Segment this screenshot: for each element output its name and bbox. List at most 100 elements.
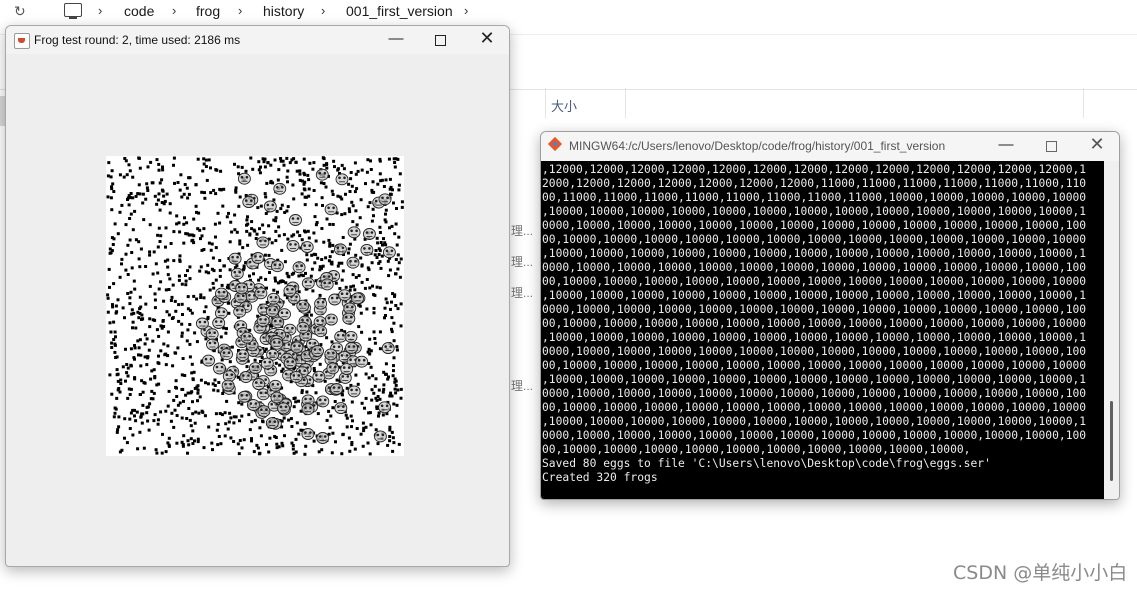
scrollbar-thumb[interactable] — [1110, 401, 1113, 481]
refresh-icon[interactable]: ↻ — [14, 3, 26, 20]
food-dot — [395, 403, 399, 407]
food-dot — [353, 288, 357, 292]
food-dot — [393, 165, 397, 169]
food-dot — [114, 304, 118, 308]
food-dot — [153, 413, 157, 417]
food-dot — [304, 444, 308, 448]
food-dot — [228, 411, 232, 415]
food-dot — [237, 204, 241, 208]
food-dot — [191, 429, 195, 433]
food-dot — [294, 450, 298, 454]
terminal-output[interactable]: ,12000,12000,12000,12000,12000,12000,120… — [541, 161, 1104, 499]
file-row-text[interactable]: 理... — [511, 377, 533, 394]
food-dot — [188, 265, 192, 269]
food-dot — [172, 259, 176, 263]
food-dot — [106, 174, 110, 178]
food-dot — [341, 432, 345, 436]
food-dot — [354, 172, 358, 176]
food-dot — [399, 324, 403, 328]
food-dot — [146, 355, 150, 359]
food-dot — [137, 257, 141, 261]
food-dot — [361, 421, 365, 425]
file-row-text[interactable]: 理... — [511, 253, 533, 270]
food-dot — [186, 269, 189, 273]
food-dot — [314, 239, 318, 243]
file-row-text[interactable]: 理... — [511, 222, 533, 239]
chevron-right-icon[interactable]: › — [321, 3, 325, 18]
food-dot — [397, 188, 401, 192]
food-dot — [188, 176, 192, 180]
food-dot — [122, 175, 126, 179]
frog-sprite — [314, 325, 328, 338]
food-dot — [203, 196, 207, 200]
food-dot — [190, 390, 194, 394]
food-dot — [172, 425, 176, 429]
breadcrumb-history[interactable]: history — [263, 3, 304, 19]
food-dot — [133, 287, 137, 291]
food-dot — [257, 278, 261, 282]
food-dot — [354, 275, 358, 279]
food-dot — [395, 243, 399, 247]
chevron-right-icon[interactable]: › — [464, 3, 468, 18]
food-dot — [298, 178, 302, 182]
frog-sprite — [246, 399, 260, 411]
file-row-text[interactable]: 理... — [511, 284, 533, 301]
food-dot — [390, 330, 394, 334]
food-dot — [180, 334, 184, 338]
food-dot — [397, 261, 401, 265]
terminal-titlebar[interactable]: MINGW64:/c/Users/lenovo/Desktop/code/fro… — [541, 132, 1119, 161]
frog-sprite — [334, 402, 348, 415]
food-dot — [156, 245, 160, 249]
food-dot — [159, 410, 163, 414]
breadcrumb-frog[interactable]: frog — [196, 3, 220, 19]
terminal-scrollbar[interactable] — [1104, 161, 1119, 499]
food-dot — [276, 178, 280, 182]
food-dot — [378, 286, 382, 290]
food-dot — [152, 419, 156, 423]
food-dot — [172, 398, 176, 402]
close-button[interactable]: ✕ — [474, 28, 500, 49]
food-dot — [213, 384, 217, 387]
chevron-right-icon[interactable]: › — [98, 3, 102, 18]
breadcrumb-001-first-version[interactable]: 001_first_version — [346, 3, 453, 19]
food-dot — [370, 219, 374, 223]
close-button[interactable]: ✕ — [1084, 134, 1110, 155]
frog-sprite — [270, 260, 284, 273]
minimize-button[interactable]: — — [993, 136, 1019, 153]
maximize-button[interactable] — [1046, 141, 1057, 152]
food-dot — [148, 250, 152, 254]
food-dot — [219, 442, 223, 446]
food-dot — [126, 374, 130, 378]
food-dot — [275, 209, 279, 213]
food-dot — [134, 326, 138, 330]
food-dot — [173, 181, 176, 185]
food-dot — [129, 290, 133, 294]
frog-sprite — [289, 214, 302, 226]
food-dot — [348, 449, 352, 453]
food-dot — [263, 192, 267, 196]
breadcrumb-code[interactable]: code — [124, 3, 154, 19]
food-dot — [207, 241, 211, 245]
food-dot — [292, 405, 296, 409]
minimize-button[interactable]: — — [383, 30, 409, 47]
column-header-size[interactable]: 大小 — [551, 96, 577, 115]
food-dot — [256, 206, 260, 210]
food-dot — [237, 401, 241, 405]
food-dot — [182, 434, 186, 438]
food-dot — [376, 442, 380, 446]
food-dot — [388, 226, 391, 230]
food-dot — [192, 234, 196, 238]
food-dot — [113, 222, 117, 226]
frog-titlebar[interactable]: Frog test round: 2, time used: 2186 ms —… — [6, 26, 509, 54]
food-dot — [282, 416, 286, 420]
chevron-right-icon[interactable]: › — [238, 3, 242, 18]
food-dot — [123, 436, 126, 440]
maximize-button[interactable] — [435, 35, 446, 46]
food-dot — [398, 275, 402, 279]
chevron-right-icon[interactable]: › — [172, 3, 176, 18]
food-dot — [126, 366, 130, 370]
food-dot — [112, 282, 116, 286]
food-dot — [123, 417, 127, 421]
this-pc-icon[interactable] — [64, 3, 82, 19]
food-dot — [168, 211, 172, 215]
